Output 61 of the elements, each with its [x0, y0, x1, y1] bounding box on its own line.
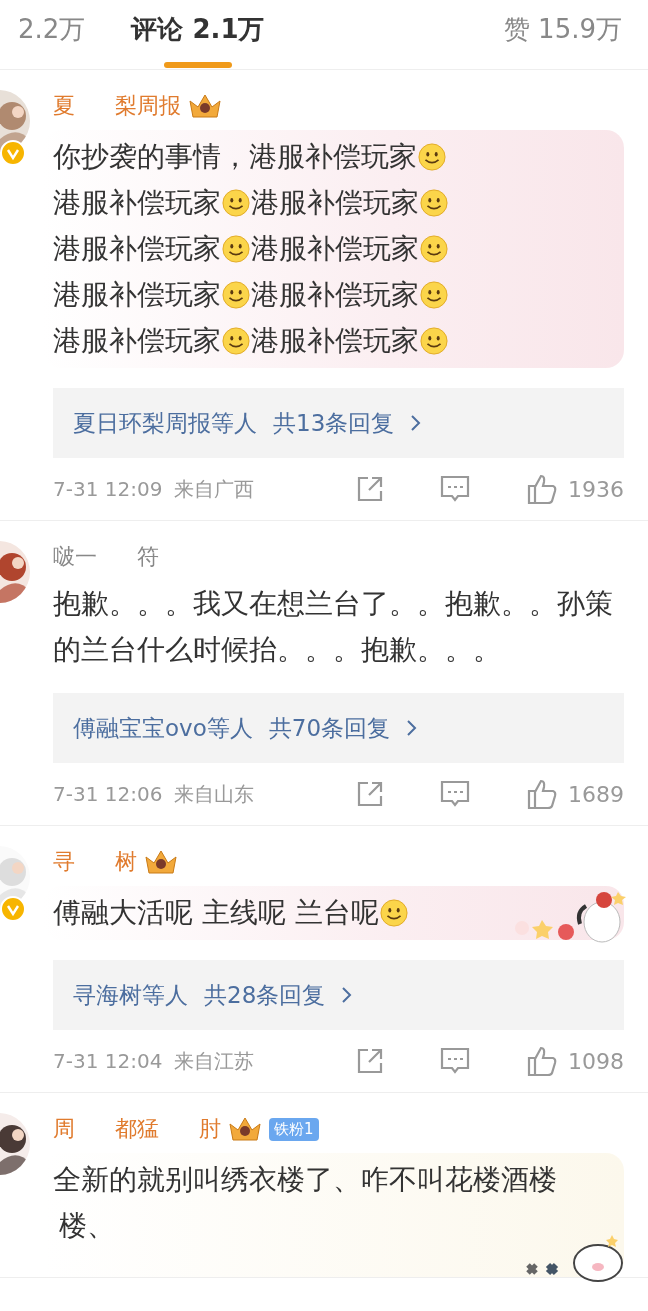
- comment-location: 来自山东: [174, 780, 255, 808]
- user-name[interactable]: 肘: [199, 1114, 221, 1144]
- smile-icon: [379, 899, 408, 927]
- comment-button[interactable]: [440, 475, 470, 503]
- chevron-right-icon: [410, 414, 423, 432]
- smile-icon: [222, 327, 250, 355]
- comment-text: 抱歉。。。我又在想兰台了。。抱歉。。孙策的兰台什么时候抬。。。抱歉。。。: [53, 587, 613, 666]
- comment-text: 港服补偿玩家: [53, 232, 221, 265]
- comment-text: 傅融大活呢 主线呢 兰台呢: [53, 896, 379, 929]
- chevron-right-icon: [406, 719, 419, 737]
- comment-time: 7-31 12:09: [53, 477, 163, 501]
- smile-icon: [420, 281, 448, 309]
- smile-icon: [222, 281, 250, 309]
- tab[interactable]: 2.2万: [10, 12, 94, 67]
- comment-text: 港服补偿玩家: [53, 186, 221, 219]
- user-name[interactable]: 夏: [53, 91, 75, 121]
- tab[interactable]: 赞 15.9万: [495, 12, 630, 67]
- comment-text: 港服补偿玩家: [251, 278, 419, 311]
- smile-icon: [420, 235, 448, 263]
- thumbs-up-icon: [526, 473, 558, 505]
- comment-text: 港服补偿玩家: [251, 324, 419, 357]
- thumbs-up-icon: [526, 778, 558, 810]
- comment-text: 港服补偿玩家: [251, 186, 419, 219]
- user-name[interactable]: 周: [53, 1114, 75, 1144]
- share-button[interactable]: [356, 780, 384, 808]
- smile-icon: [222, 189, 250, 217]
- share-button[interactable]: [356, 1047, 384, 1075]
- comment-time: 7-31 12:04: [53, 1049, 163, 1073]
- user-name[interactable]: 符: [137, 542, 159, 572]
- comment-text: 港服补偿玩家: [53, 324, 221, 357]
- replies-link[interactable]: 傅融宝宝ovo等人 共70条回复: [53, 693, 624, 763]
- smile-icon: [420, 189, 448, 217]
- comment-text: 全新的就别叫绣衣楼了、咋不叫花楼酒楼: [53, 1163, 557, 1196]
- comment-text: 你抄袭的事情，港服补偿玩家: [53, 140, 417, 173]
- user-name[interactable]: 梨周报: [115, 91, 181, 121]
- thumbs-up-icon: [526, 1045, 558, 1077]
- fan-badge: 铁粉1: [269, 1117, 319, 1141]
- smile-icon: [222, 235, 250, 263]
- comment-text: 港服补偿玩家: [251, 232, 419, 265]
- comment-text: 楼、: [59, 1209, 115, 1242]
- share-button[interactable]: [356, 475, 384, 503]
- user-name[interactable]: 树: [115, 847, 137, 877]
- tab-underline: [163, 62, 232, 68]
- smile-icon: [418, 143, 446, 171]
- smile-icon: [420, 327, 448, 355]
- comment-location: 来自江苏: [174, 1047, 255, 1075]
- like-button[interactable]: 1098: [526, 1045, 624, 1077]
- comment-button[interactable]: [440, 780, 470, 808]
- user-name[interactable]: 都猛: [115, 1114, 159, 1144]
- like-button[interactable]: 1689: [526, 778, 624, 810]
- tab[interactable]: 评论 2.1万: [123, 12, 273, 67]
- comment-button[interactable]: [440, 1047, 470, 1075]
- comment-location: 来自广西: [174, 475, 255, 503]
- replies-link[interactable]: 夏日环梨周报等人 共13条回复: [53, 388, 624, 458]
- user-name[interactable]: 寻: [53, 847, 75, 877]
- like-button[interactable]: 1936: [526, 473, 624, 505]
- replies-link[interactable]: 寻海树等人 共28条回复: [53, 960, 624, 1030]
- user-name[interactable]: 啵一: [53, 542, 97, 572]
- comment-text: 港服补偿玩家: [53, 278, 221, 311]
- comment-time: 7-31 12:06: [53, 782, 163, 806]
- chevron-right-icon: [341, 986, 354, 1004]
